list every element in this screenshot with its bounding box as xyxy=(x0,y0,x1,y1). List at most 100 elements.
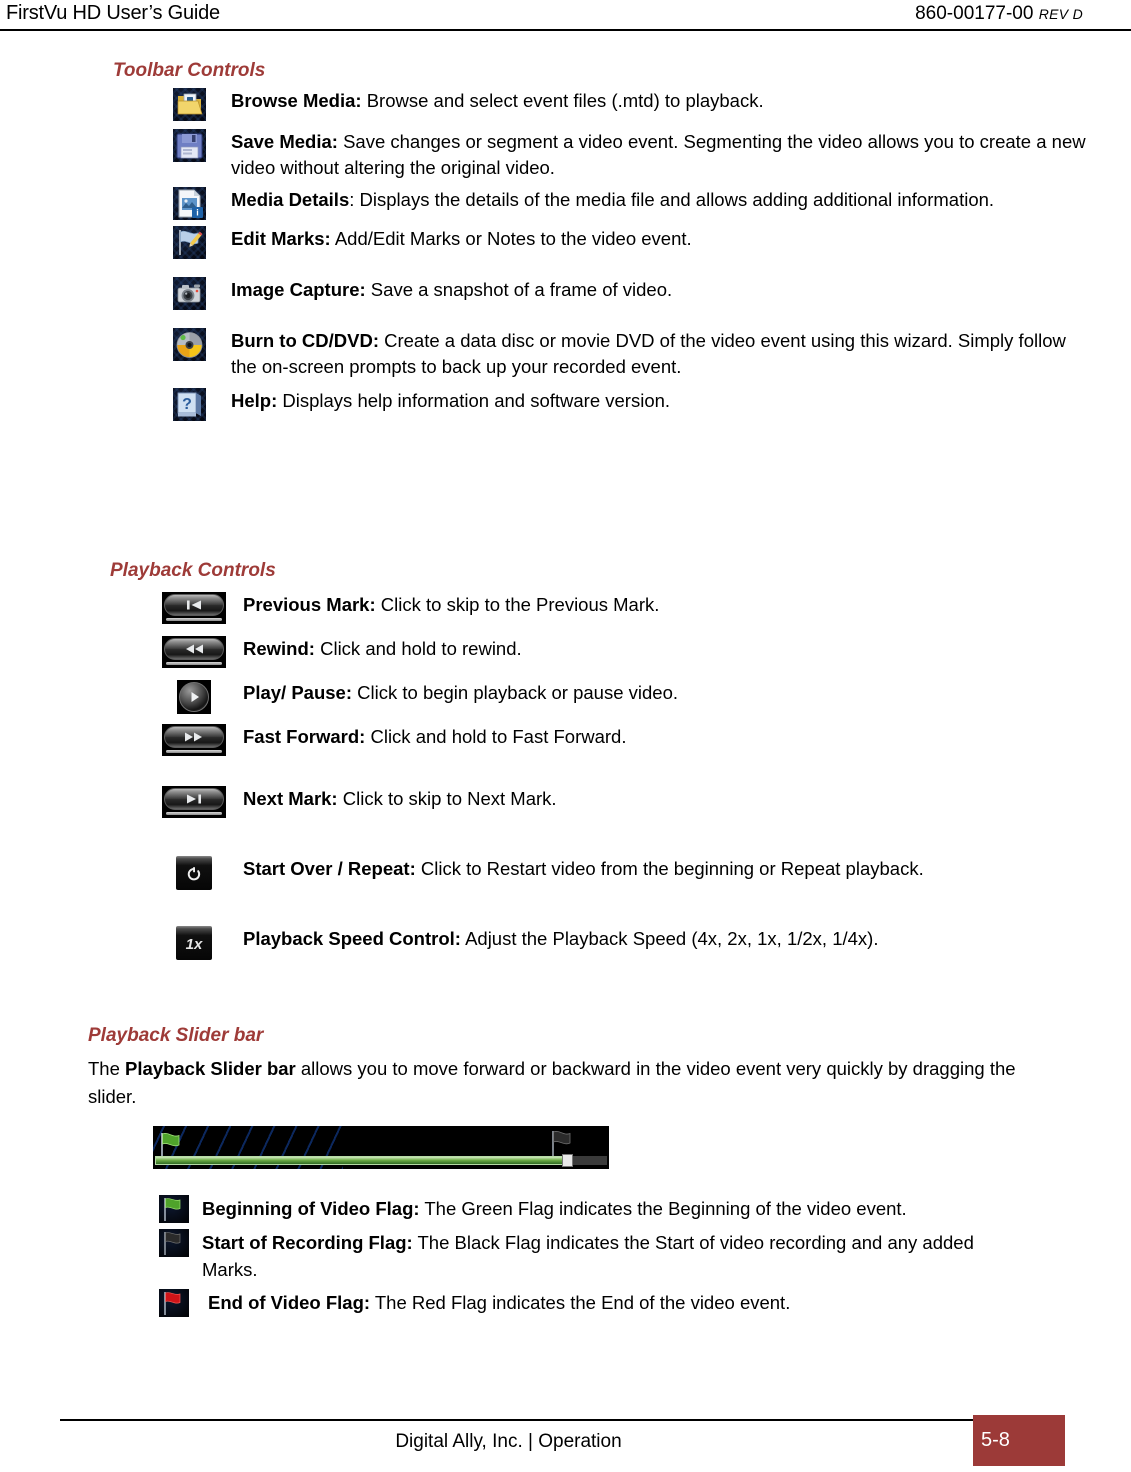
description: The Red Flag indicates the End of the vi… xyxy=(370,1292,791,1313)
list-item: Fast Forward: Click and hold to Fast For… xyxy=(0,724,1131,756)
page-header: FirstVu HD User’s Guide 860-00177-00 REV… xyxy=(0,0,1131,31)
list-item-text: End of Video Flag: The Red Flag indicate… xyxy=(208,1289,1001,1316)
list-item: Next Mark: Click to skip to Next Mark. xyxy=(0,786,1131,818)
fast-forward-button-icon xyxy=(162,724,226,756)
icon-cell xyxy=(155,724,233,756)
list-item: i Media Details: Displays the details of… xyxy=(0,187,1131,220)
icon-cell xyxy=(155,592,233,624)
description: Click and hold to Fast Forward. xyxy=(365,726,627,747)
paragraph-bold-term: Playback Slider bar xyxy=(125,1058,296,1079)
term: Next Mark: xyxy=(243,788,338,809)
description: Click to Restart video from the beginnin… xyxy=(415,858,924,879)
svg-text:?: ? xyxy=(182,396,192,413)
icon-cell xyxy=(155,786,233,818)
list-item: ? Help: Displays help information and so… xyxy=(0,388,1131,421)
list-item-text: Help: Displays help information and soft… xyxy=(231,388,1093,414)
term: Burn to CD/DVD: xyxy=(231,330,379,351)
term: Help: xyxy=(231,390,278,411)
help-book-question-icon: ? xyxy=(172,388,206,421)
description: Displays help information and software v… xyxy=(277,390,671,411)
term: Media Details xyxy=(231,189,350,210)
start-over-repeat-button-icon xyxy=(176,856,212,890)
term: Browse Media: xyxy=(231,90,362,111)
document-revision: REV D xyxy=(1038,6,1083,22)
beginning-of-video-green-flag-icon xyxy=(159,1195,189,1223)
list-item-text: Image Capture: Save a snapshot of a fram… xyxy=(231,277,1093,303)
term: Save Media: xyxy=(231,131,338,152)
list-item-text: Play/ Pause: Click to begin playback or … xyxy=(243,680,1101,706)
description: Click to skip to the Previous Mark. xyxy=(375,594,660,615)
list-item: Previous Mark: Click to skip to the Prev… xyxy=(0,592,1131,624)
footer-divider xyxy=(60,1419,1017,1421)
playback-speed-glyph-label: 1x xyxy=(185,935,203,953)
description: Browse and select event files (.mtd) to … xyxy=(361,90,764,111)
playback-controls-heading: Playback Controls xyxy=(110,560,276,581)
list-item: 1x Playback Speed Control: Adjust the Pl… xyxy=(0,926,1131,960)
list-item-text: Save Media: Save changes or segment a vi… xyxy=(231,129,1093,181)
icon-cell: 1x xyxy=(155,926,233,960)
footer-page-number: 5-8 xyxy=(981,1429,1010,1451)
term: Rewind: xyxy=(243,638,315,659)
term: Start of Recording Flag: xyxy=(202,1232,413,1253)
list-item-text: Browse Media: Browse and select event fi… xyxy=(231,88,1093,114)
document-title: FirstVu HD User’s Guide xyxy=(6,2,220,24)
icon-cell xyxy=(156,1195,192,1223)
header-divider xyxy=(0,29,1131,31)
list-item-text: Burn to CD/DVD: Create a data disc or mo… xyxy=(231,328,1093,380)
media-details-document-icon: i xyxy=(172,187,206,220)
burn-to-cd-dvd-disc-icon xyxy=(172,328,206,361)
icon-cell: i xyxy=(155,187,223,220)
term: Edit Marks: xyxy=(231,228,331,249)
term: Play/ Pause: xyxy=(243,682,353,703)
icon-cell xyxy=(155,856,233,890)
toolbar-controls-heading: Toolbar Controls xyxy=(113,60,266,81)
list-item: Burn to CD/DVD: Create a data disc or mo… xyxy=(0,328,1131,380)
description: Click to skip to Next Mark. xyxy=(337,788,557,809)
list-item: Image Capture: Save a snapshot of a fram… xyxy=(0,277,1131,310)
icon-cell xyxy=(155,88,223,121)
playback-controls-list: Previous Mark: Click to skip to the Prev… xyxy=(0,592,1131,960)
icon-cell xyxy=(156,1289,192,1317)
image-capture-camera-icon xyxy=(172,277,206,310)
term: Previous Mark: xyxy=(243,594,376,615)
description: Save changes or segment a video event. S… xyxy=(231,131,1086,178)
term: Start Over / Repeat: xyxy=(243,858,416,879)
list-item: Start Over / Repeat: Click to Restart vi… xyxy=(0,856,1131,890)
play-pause-button-icon xyxy=(177,680,211,714)
icon-cell xyxy=(155,129,223,162)
icon-cell xyxy=(155,680,233,714)
list-item-text: Start of Recording Flag: The Black Flag … xyxy=(202,1229,1001,1283)
list-item-text: Media Details: Displays the details of t… xyxy=(231,187,1093,213)
save-media-floppy-icon xyxy=(172,129,206,162)
list-item: Play/ Pause: Click to begin playback or … xyxy=(0,680,1131,714)
term: Beginning of Video Flag: xyxy=(202,1198,420,1219)
svg-text:i: i xyxy=(196,208,199,218)
term: Fast Forward: xyxy=(243,726,366,747)
icon-cell xyxy=(156,1229,192,1257)
list-item-text: Fast Forward: Click and hold to Fast For… xyxy=(243,724,1101,750)
next-mark-button-icon xyxy=(162,786,226,818)
slider-thumb-handle[interactable] xyxy=(562,1154,573,1167)
list-item-text: Beginning of Video Flag: The Green Flag … xyxy=(202,1195,1001,1222)
list-item: Beginning of Video Flag: The Green Flag … xyxy=(0,1195,1131,1223)
list-item: End of Video Flag: The Red Flag indicate… xyxy=(0,1289,1131,1317)
document-number-block: 860-00177-00 REV D xyxy=(915,3,1083,25)
term: End of Video Flag: xyxy=(208,1292,371,1313)
list-item-text: Previous Mark: Click to skip to the Prev… xyxy=(243,592,1101,618)
playback-speed-control-button-icon: 1x xyxy=(176,926,212,960)
description: Click to begin playback or pause video. xyxy=(352,682,679,703)
slider-bar-track[interactable] xyxy=(153,1126,609,1169)
previous-mark-button-icon xyxy=(162,592,226,624)
description: Add/Edit Marks or Notes to the video eve… xyxy=(330,228,692,249)
list-item-text: Rewind: Click and hold to rewind. xyxy=(243,636,1101,662)
list-item: Rewind: Click and hold to rewind. xyxy=(0,636,1131,668)
list-item-text: Edit Marks: Add/Edit Marks or Notes to t… xyxy=(231,226,1093,252)
video-flag-legend-section: Beginning of Video Flag: The Green Flag … xyxy=(0,1195,1131,1317)
end-of-video-red-flag-icon xyxy=(159,1289,189,1317)
rewind-button-icon xyxy=(162,636,226,668)
list-item: Save Media: Save changes or segment a vi… xyxy=(0,129,1131,181)
playback-slider-bar-paragraph: The Playback Slider bar allows you to mo… xyxy=(88,1055,1023,1111)
playback-slider-bar-heading: Playback Slider bar xyxy=(88,1025,264,1046)
icon-cell xyxy=(155,277,223,310)
term: Playback Speed Control: xyxy=(243,928,461,949)
